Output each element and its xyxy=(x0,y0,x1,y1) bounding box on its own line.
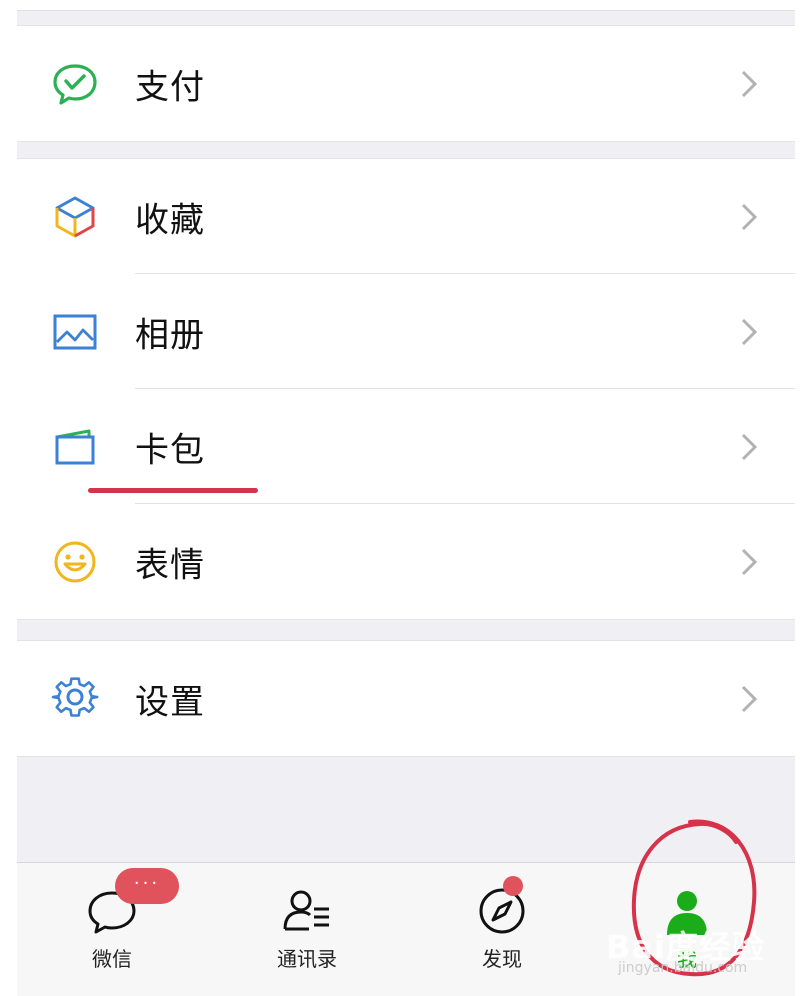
chevron-right-icon xyxy=(741,433,758,460)
smiley-icon xyxy=(54,541,96,582)
gear-icon xyxy=(51,676,99,717)
menu-item-favorites[interactable]: 收藏 xyxy=(17,159,795,274)
previous-group-edge xyxy=(17,0,795,11)
menu-item-pay[interactable]: 支付 xyxy=(17,26,795,141)
menu-item-album[interactable]: 相册 xyxy=(17,274,795,389)
chevron-right-icon xyxy=(741,203,758,230)
tab-discover[interactable]: 发现 xyxy=(407,863,597,996)
compass-icon xyxy=(479,888,525,934)
tab-chats-label: 微信 xyxy=(92,947,132,971)
menu-item-stickers-label: 表情 xyxy=(135,545,205,585)
menu-item-settings[interactable]: 设置 xyxy=(17,641,795,756)
menu-item-album-label: 相册 xyxy=(135,315,205,355)
group-settings: 设置 xyxy=(17,640,795,757)
card-wallet-icon xyxy=(55,429,95,464)
menu-item-cards-label: 卡包 xyxy=(135,430,205,470)
menu-item-favorites-label: 收藏 xyxy=(135,200,205,240)
menu-item-cards[interactable]: 卡包 xyxy=(17,389,795,504)
notification-dot xyxy=(503,876,523,896)
tab-contacts[interactable]: 通讯录 xyxy=(212,863,402,996)
contacts-icon xyxy=(283,890,329,931)
chevron-right-icon xyxy=(741,70,758,97)
chevron-right-icon xyxy=(741,548,758,575)
menu-item-pay-label: 支付 xyxy=(135,67,205,107)
baidu-watermark-url: jingyan.baidu.com xyxy=(618,960,748,976)
unread-badge: ··· xyxy=(115,868,179,904)
tab-contacts-label: 通讯录 xyxy=(277,947,337,971)
photo-album-icon xyxy=(53,314,97,349)
annotation-underline xyxy=(88,488,258,493)
chevron-right-icon xyxy=(741,318,758,345)
menu-item-settings-label: 设置 xyxy=(135,682,205,722)
favorites-cube-icon xyxy=(55,196,95,237)
group-pay: 支付 xyxy=(17,25,795,142)
tab-discover-label: 发现 xyxy=(482,947,522,971)
chevron-right-icon xyxy=(741,685,758,712)
wechat-pay-icon xyxy=(53,63,97,105)
group-main: 收藏 相册 卡包 表情 xyxy=(17,158,795,620)
menu-item-stickers[interactable]: 表情 xyxy=(17,504,795,619)
